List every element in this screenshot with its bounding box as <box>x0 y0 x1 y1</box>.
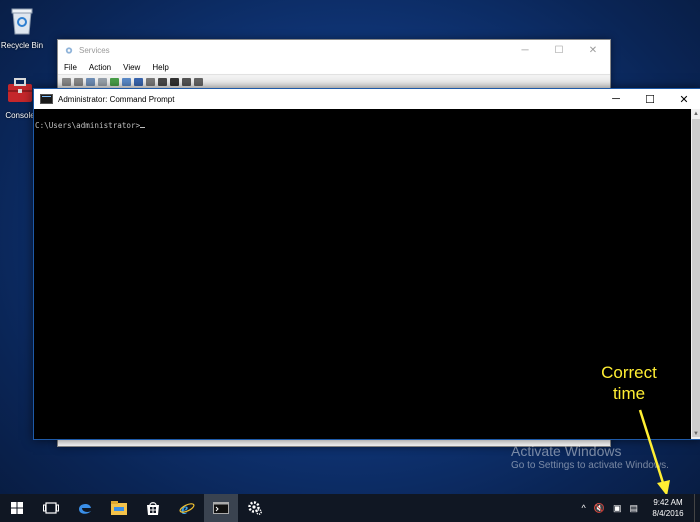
cmd-title: Administrator: Command Prompt <box>58 94 175 104</box>
export-icon[interactable] <box>122 78 131 86</box>
edge-icon <box>79 503 91 514</box>
command-prompt-taskbar-button[interactable] <box>204 494 238 522</box>
task-view-button[interactable] <box>34 494 68 522</box>
properties-icon[interactable] <box>98 78 107 86</box>
pause-service-icon[interactable] <box>182 78 191 86</box>
vertical-scrollbar[interactable]: ▲ ▼ <box>691 109 700 439</box>
store-icon <box>147 502 159 515</box>
system-tray: ^ 🔇 ▣ ▤ 9:42 AM 8/4/2016 <box>578 494 700 522</box>
command-prompt-line: C:\Users\administrator> <box>35 121 141 130</box>
internet-explorer-button[interactable]: e <box>170 494 204 522</box>
command-prompt-icon <box>213 502 229 514</box>
taskbar-clock[interactable]: 9:42 AM 8/4/2016 <box>646 497 690 519</box>
taskbar: e ^ 🔇 ▣ ▤ 9:42 AM 8/4/2016 <box>0 494 700 522</box>
svg-text:e: e <box>181 501 188 516</box>
start-service-icon[interactable] <box>158 78 167 86</box>
minimize-button[interactable]: ─ <box>508 45 542 56</box>
menu-action[interactable]: Action <box>89 63 111 72</box>
show-desktop-button[interactable] <box>694 494 700 522</box>
toolbox-icon <box>8 78 32 102</box>
start-icon <box>11 502 23 514</box>
watermark-subtitle: Go to Settings to activate Windows. <box>511 460 669 471</box>
clock-time: 9:42 AM <box>653 498 683 507</box>
console-tree-icon[interactable] <box>86 78 95 86</box>
mmc-icon[interactable] <box>146 78 155 86</box>
menu-file[interactable]: File <box>64 63 77 72</box>
refresh-icon[interactable] <box>110 78 119 86</box>
desktop-icon-label: Recycle Bin <box>0 41 44 50</box>
clock-date: 8/4/2016 <box>652 509 684 518</box>
file-explorer-icon <box>111 501 127 515</box>
recycle-bin-icon <box>11 8 33 35</box>
network-icon[interactable]: ▣ <box>613 503 622 514</box>
speaker-muted-icon[interactable]: 🔇 <box>594 503 605 514</box>
action-center-icon[interactable]: ▤ <box>629 503 638 514</box>
services-title: Services <box>79 45 110 55</box>
annotation-line-2: time <box>612 384 646 403</box>
file-explorer-button[interactable] <box>102 494 136 522</box>
cmd-titlebar[interactable]: Administrator: Command Prompt ─ ☐ ✕ <box>34 89 700 109</box>
close-button[interactable]: ✕ <box>576 45 610 56</box>
services-menubar: File Action View Help <box>58 60 610 74</box>
start-button[interactable] <box>0 494 34 522</box>
menu-help[interactable]: Help <box>152 63 168 72</box>
back-icon[interactable] <box>62 78 71 86</box>
services-titlebar[interactable]: Services ─ ☐ ✕ <box>58 40 610 60</box>
edge-button[interactable] <box>68 494 102 522</box>
menu-view[interactable]: View <box>123 63 140 72</box>
minimize-button[interactable]: ─ <box>599 93 633 105</box>
settings-gear-icon <box>248 501 262 515</box>
text-cursor <box>140 127 146 128</box>
close-button[interactable]: ✕ <box>667 93 700 106</box>
maximize-button[interactable]: ☐ <box>633 93 667 106</box>
help-icon[interactable] <box>134 78 143 86</box>
scroll-thumb[interactable] <box>692 119 700 437</box>
activate-windows-watermark: Activate Windows Go to Settings to activ… <box>511 443 669 471</box>
services-toolbar <box>58 74 610 89</box>
scroll-down-icon[interactable]: ▼ <box>691 429 700 439</box>
annotation-label: Correct time <box>590 362 668 404</box>
services-gear-icon <box>65 46 73 54</box>
desktop-icon-recycle-bin[interactable]: Recycle Bin <box>0 4 48 50</box>
settings-button[interactable] <box>238 494 272 522</box>
watermark-title: Activate Windows <box>511 443 622 459</box>
forward-icon[interactable] <box>74 78 83 86</box>
scroll-up-icon[interactable]: ▲ <box>691 109 700 119</box>
task-view-icon <box>43 502 59 514</box>
command-prompt-icon <box>40 94 53 104</box>
store-button[interactable] <box>136 494 170 522</box>
restart-service-icon[interactable] <box>194 78 203 86</box>
stop-service-icon[interactable] <box>170 78 179 86</box>
annotation-line-1: Correct <box>601 363 657 382</box>
chevron-up-icon[interactable]: ^ <box>582 503 586 513</box>
maximize-button[interactable]: ☐ <box>542 45 576 56</box>
internet-explorer-icon: e <box>179 501 195 516</box>
